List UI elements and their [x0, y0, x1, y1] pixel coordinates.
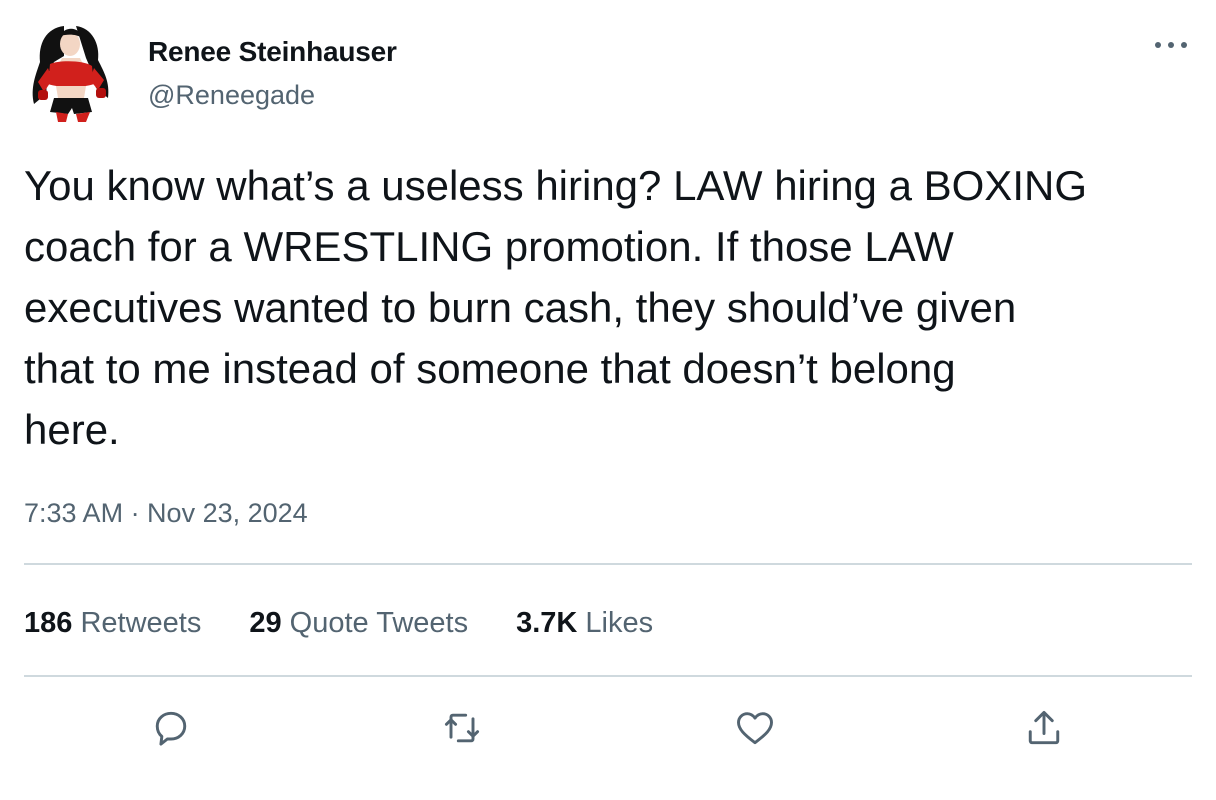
heart-icon	[737, 712, 773, 745]
reply-button[interactable]	[147, 704, 195, 752]
more-options-button[interactable]	[1150, 30, 1194, 60]
likes-count: 3.7K	[516, 607, 578, 639]
retweets-count: 186	[24, 607, 73, 639]
reply-icon	[155, 711, 187, 746]
retweet-button[interactable]	[438, 704, 486, 752]
tweet-timestamp[interactable]: 7:33 AM · Nov 23, 2024	[24, 496, 308, 530]
author-display-name[interactable]: Renee Steinhauser	[148, 34, 397, 70]
quote-tweets-label: Quote Tweets	[289, 607, 469, 639]
retweets-label: Retweets	[80, 607, 202, 639]
quote-tweets-count: 29	[249, 607, 282, 639]
like-button[interactable]	[731, 704, 779, 752]
author-handle[interactable]: @Reneegade	[148, 78, 397, 112]
likes-label: Likes	[585, 607, 654, 639]
more-icon	[1155, 42, 1187, 48]
retweet-icon	[444, 713, 480, 743]
divider	[24, 563, 1192, 565]
quote-tweets-stat[interactable]: 29 Quote Tweets	[249, 604, 468, 642]
share-button[interactable]	[1020, 704, 1068, 752]
avatar[interactable]	[24, 22, 120, 122]
share-icon	[1028, 710, 1060, 745]
tweet-stats: 186 Retweets 29 Quote Tweets 3.7K Likes	[24, 604, 653, 642]
tweet-text: You know what’s a useless hiring? LAW hi…	[24, 162, 1087, 453]
divider	[24, 675, 1192, 677]
tweet-author: Renee Steinhauser @Reneegade	[148, 34, 397, 112]
likes-stat[interactable]: 3.7K Likes	[516, 604, 653, 642]
retweets-stat[interactable]: 186 Retweets	[24, 604, 201, 642]
